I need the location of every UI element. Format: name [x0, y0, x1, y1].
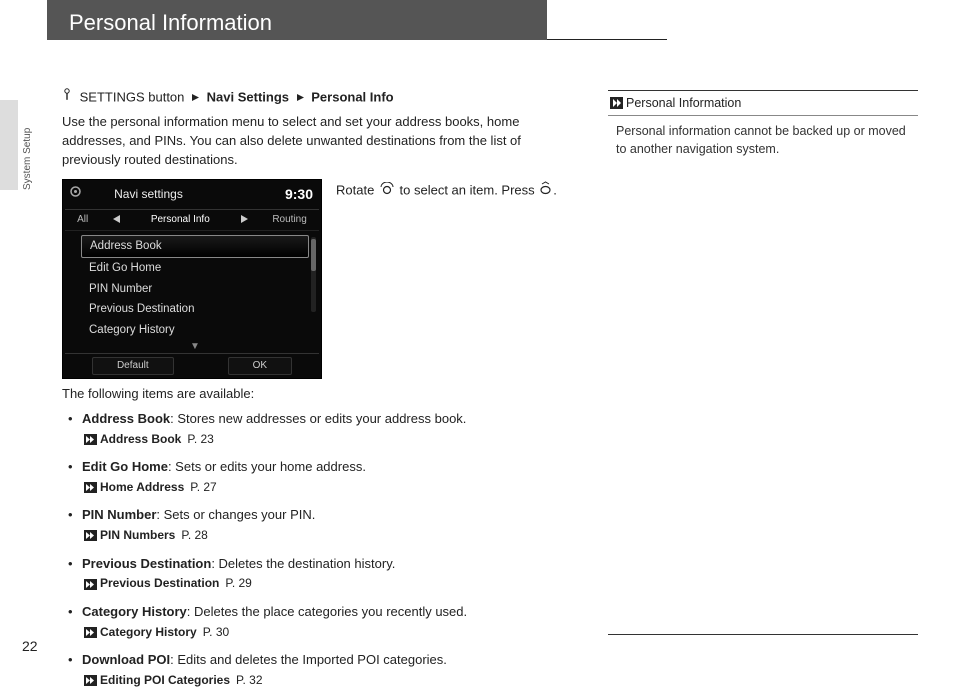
device-menu-item: PIN Number [81, 279, 309, 300]
device-menu-item: Previous Destination [81, 299, 309, 320]
gear-icon [69, 185, 82, 204]
xref-icon [84, 627, 97, 638]
list-item: Category History: Deletes the place cate… [68, 603, 572, 641]
cross-reference: Editing POI CategoriesP. 32 [84, 672, 572, 689]
cross-reference: PIN NumbersP. 28 [84, 527, 572, 544]
list-item: Address Book: Stores new addresses or ed… [68, 410, 572, 448]
device-header-title: Navi settings [114, 186, 183, 203]
list-item: Edit Go Home: Sets or edits your home ad… [68, 458, 572, 496]
chevron-right-icon [240, 213, 248, 228]
sidebar-note: Personal Information Personal informatio… [608, 90, 918, 635]
triangle-right-icon [296, 93, 305, 102]
cross-reference: Address BookP. 23 [84, 431, 572, 448]
rotate-dial-icon [379, 182, 395, 201]
xref-icon [84, 434, 97, 445]
device-scrollbar [311, 237, 316, 312]
main-content: SETTINGS button Navi Settings Personal I… [62, 88, 572, 699]
device-default-button: Default [92, 357, 174, 376]
device-tab-center: Personal Info [145, 213, 216, 228]
section-tab-label: System Setup [21, 128, 36, 190]
list-intro: The following items are available: [62, 385, 572, 404]
press-dial-icon [539, 181, 552, 201]
chevron-left-icon [113, 213, 121, 228]
device-screenshot: Navi settings 9:30 All Personal Info Rou… [62, 179, 322, 379]
list-item: Download POI: Edits and deletes the Impo… [68, 651, 572, 689]
note-icon [610, 97, 623, 109]
device-menu-item: Address Book [81, 235, 309, 258]
feature-list: Address Book: Stores new addresses or ed… [68, 410, 572, 689]
device-clock: 9:30 [285, 184, 313, 204]
list-item: PIN Number: Sets or changes your PIN. PI… [68, 506, 572, 544]
breadcrumb-step-3: Personal Info [311, 89, 393, 104]
intro-paragraph: Use the personal information menu to sel… [62, 113, 572, 170]
chevron-down-icon: ▼ [81, 343, 309, 351]
sidebar-title: Personal Information [626, 94, 741, 112]
xref-icon [84, 675, 97, 686]
device-menu-item: Category History [81, 320, 309, 341]
sidebar-heading: Personal Information [608, 91, 918, 116]
xref-icon [84, 482, 97, 493]
settings-button-icon [62, 88, 72, 108]
cross-reference: Category HistoryP. 30 [84, 624, 572, 641]
device-tab-right: Routing [272, 213, 306, 228]
cross-reference: Previous DestinationP. 29 [84, 575, 572, 592]
cross-reference: Home AddressP. 27 [84, 479, 572, 496]
device-ok-button: OK [228, 357, 292, 376]
page-header: Personal Information [47, 0, 667, 40]
list-item: Previous Destination: Deletes the destin… [68, 555, 572, 593]
breadcrumb: SETTINGS button Navi Settings Personal I… [62, 88, 572, 108]
xref-icon [84, 530, 97, 541]
triangle-right-icon [191, 93, 200, 102]
sidebar-body: Personal information cannot be backed up… [608, 116, 918, 164]
device-menu-list: Address Book Edit Go Home PIN Number Pre… [65, 231, 319, 352]
section-tab-bg [0, 100, 18, 190]
breadcrumb-step-2: Navi Settings [207, 89, 289, 104]
breadcrumb-step-1: SETTINGS button [80, 89, 185, 104]
page-title: Personal Information [47, 0, 547, 40]
device-tab-left: All [77, 213, 88, 228]
page-number: 22 [22, 636, 38, 656]
instruction-text: Rotate to select an item. Press . [336, 179, 572, 201]
header-rule [547, 39, 667, 40]
xref-icon [84, 579, 97, 590]
device-menu-item: Edit Go Home [81, 258, 309, 279]
device-tabs: All Personal Info Routing [65, 210, 319, 232]
